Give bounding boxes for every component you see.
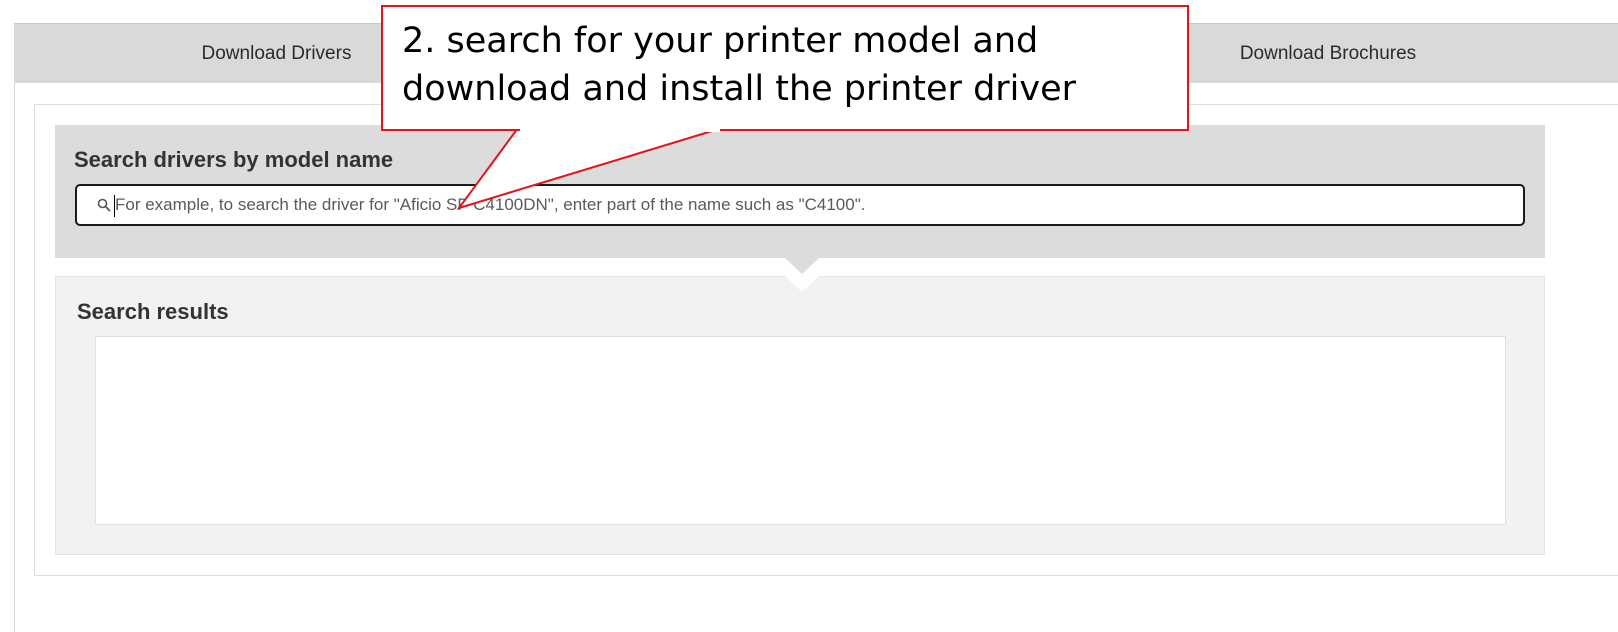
- callout-tail-join: [520, 128, 720, 132]
